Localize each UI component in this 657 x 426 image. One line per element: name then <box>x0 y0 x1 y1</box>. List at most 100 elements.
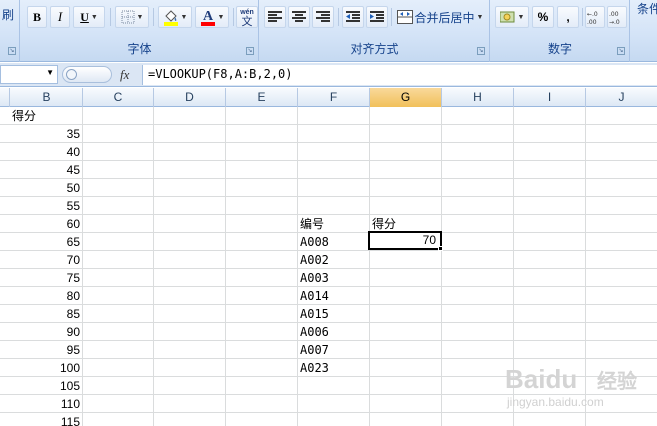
column-header-g[interactable]: G <box>370 88 442 107</box>
cell-f-header[interactable]: 编号 <box>300 215 368 233</box>
underline-button[interactable]: U ▼ <box>73 6 105 28</box>
chevron-down-icon: ▼ <box>90 13 98 21</box>
worksheet-grid[interactable]: 得分 35 40 45 50 55 60 65 70 75 80 85 90 9… <box>0 107 657 426</box>
cell-f-value[interactable]: A006 <box>300 323 368 341</box>
cell-b-value[interactable]: 90 <box>11 323 80 341</box>
cell-f-value[interactable]: A002 <box>300 251 368 269</box>
chevron-down-icon[interactable]: ▼ <box>46 68 54 77</box>
column-header-c[interactable]: C <box>83 88 154 107</box>
bold-button[interactable]: B <box>27 6 47 28</box>
chevron-down-icon: ▼ <box>180 13 188 21</box>
column-header-d[interactable]: D <box>154 88 226 107</box>
cell-b-value[interactable]: 80 <box>11 287 80 305</box>
font-dialog-launcher-icon[interactable]: ↘ <box>246 47 254 55</box>
font-group-label: 字体 <box>127 42 152 56</box>
separator <box>582 8 583 26</box>
chevron-down-icon: ▼ <box>476 13 484 21</box>
number-group-label: 数字 <box>547 42 572 56</box>
svg-text:←.0: ←.0 <box>587 11 598 18</box>
cell-f-value[interactable]: A008 <box>300 233 368 251</box>
alignment-dialog-launcher-icon[interactable]: ↘ <box>477 47 485 55</box>
format-painter-label[interactable]: 刷 <box>2 6 14 23</box>
fill-handle[interactable] <box>438 246 443 251</box>
align-left-icon <box>268 11 282 22</box>
cell-f-value[interactable]: A014 <box>300 287 368 305</box>
accounting-format-icon <box>499 11 515 23</box>
cell-b-value[interactable]: 45 <box>11 161 80 179</box>
increase-indent-button[interactable] <box>366 6 388 28</box>
phonetic-guide-button[interactable]: wén 文 <box>236 6 258 28</box>
number-dialog-launcher-icon[interactable]: ↘ <box>617 47 625 55</box>
cell-b-value[interactable]: 110 <box>11 395 80 413</box>
decrease-decimal-button[interactable]: .00 →.0 <box>607 6 627 28</box>
styles-group-partial: 条件 <box>631 0 657 62</box>
watermark-brand-cn: 经验 <box>597 369 637 393</box>
circle-handle-icon <box>66 69 77 80</box>
name-box[interactable]: ▼ <box>0 65 58 84</box>
column-header-i[interactable]: I <box>514 88 586 107</box>
cell-b-value[interactable]: 35 <box>11 125 80 143</box>
chevron-down-icon: ▼ <box>517 13 525 21</box>
cell-b-value[interactable]: 50 <box>11 179 80 197</box>
cell-b-value[interactable]: 65 <box>11 233 80 251</box>
percent-style-button[interactable]: % <box>532 6 554 28</box>
conditional-formatting-label[interactable]: 条件 <box>637 0 657 17</box>
cell-b-value[interactable]: 70 <box>11 251 80 269</box>
cell-b-value[interactable]: 100 <box>11 359 80 377</box>
svg-text:.00: .00 <box>609 11 619 18</box>
cell-b-value[interactable]: 60 <box>11 215 80 233</box>
comma-style-button[interactable]: , <box>557 6 579 28</box>
align-center-button[interactable] <box>288 6 310 28</box>
clipboard-launcher-icon[interactable]: ↘ <box>8 47 16 55</box>
align-right-icon <box>316 11 330 22</box>
cell-b-value[interactable]: 55 <box>11 197 80 215</box>
cell-f-value[interactable]: A023 <box>300 359 368 377</box>
align-left-button[interactable] <box>264 6 286 28</box>
cell-f-value[interactable]: A007 <box>300 341 368 359</box>
comma-icon: , <box>566 10 570 24</box>
column-header-j[interactable]: J <box>586 88 657 107</box>
decrease-indent-button[interactable] <box>342 6 364 28</box>
cell-b-value[interactable]: 105 <box>11 377 80 395</box>
fill-color-button[interactable]: ▼ <box>158 6 192 28</box>
cell-b-value[interactable]: 115 <box>11 413 80 426</box>
active-cell-g8[interactable]: 70 <box>368 231 442 250</box>
paint-bucket-icon <box>163 10 178 26</box>
formula-input[interactable]: =VLOOKUP(F8,A:B,2,0) <box>142 65 657 85</box>
column-header-h[interactable]: H <box>442 88 514 107</box>
cell-b-header[interactable]: 得分 <box>12 107 82 125</box>
border-grid-icon <box>121 10 135 24</box>
cell-f-value[interactable]: A015 <box>300 305 368 323</box>
cell-b-value[interactable]: 75 <box>11 269 80 287</box>
chevron-down-icon: ▼ <box>217 13 225 21</box>
bold-icon: B <box>32 9 41 24</box>
cell-f-value[interactable]: A003 <box>300 269 368 287</box>
cell-b-value[interactable]: 40 <box>11 143 80 161</box>
column-header-b[interactable]: B <box>11 88 83 107</box>
ribbon: 刷 ↘ B I U ▼ ▼ ▼ A ▼ wén 文 字体 ↘ 合并后居中 ▼ 对… <box>0 0 657 62</box>
separator <box>153 8 154 26</box>
formula-bar-resize-handle[interactable] <box>62 66 112 83</box>
number-group: ▼ % , ←.0 .00 .00 →.0 数字 ↘ <box>491 0 630 62</box>
row-header-corner[interactable] <box>0 88 10 107</box>
increase-decimal-button[interactable]: ←.0 .00 <box>585 6 605 28</box>
column-header-f[interactable]: F <box>298 88 370 107</box>
font-color-button[interactable]: A ▼ <box>195 6 229 28</box>
svg-text:A: A <box>203 9 214 24</box>
align-right-button[interactable] <box>312 6 334 28</box>
column-header-e[interactable]: E <box>226 88 298 107</box>
clipboard-group-partial: 刷 ↘ <box>0 0 20 62</box>
merge-center-button[interactable]: 合并后居中 ▼ <box>394 6 486 28</box>
insert-function-icon[interactable]: fx <box>120 67 129 83</box>
cell-b-value[interactable]: 95 <box>11 341 80 359</box>
accounting-format-button[interactable]: ▼ <box>495 6 529 28</box>
increase-decimal-icon: ←.0 .00 <box>587 11 598 25</box>
percent-icon: % <box>537 10 549 24</box>
border-button[interactable]: ▼ <box>115 6 149 28</box>
separator <box>338 8 339 26</box>
merge-center-label: 合并后居中 <box>414 10 475 25</box>
separator <box>391 8 392 26</box>
phonetic-icon-char: 文 <box>241 15 253 28</box>
cell-b-value[interactable]: 85 <box>11 305 80 323</box>
italic-button[interactable]: I <box>50 6 70 28</box>
